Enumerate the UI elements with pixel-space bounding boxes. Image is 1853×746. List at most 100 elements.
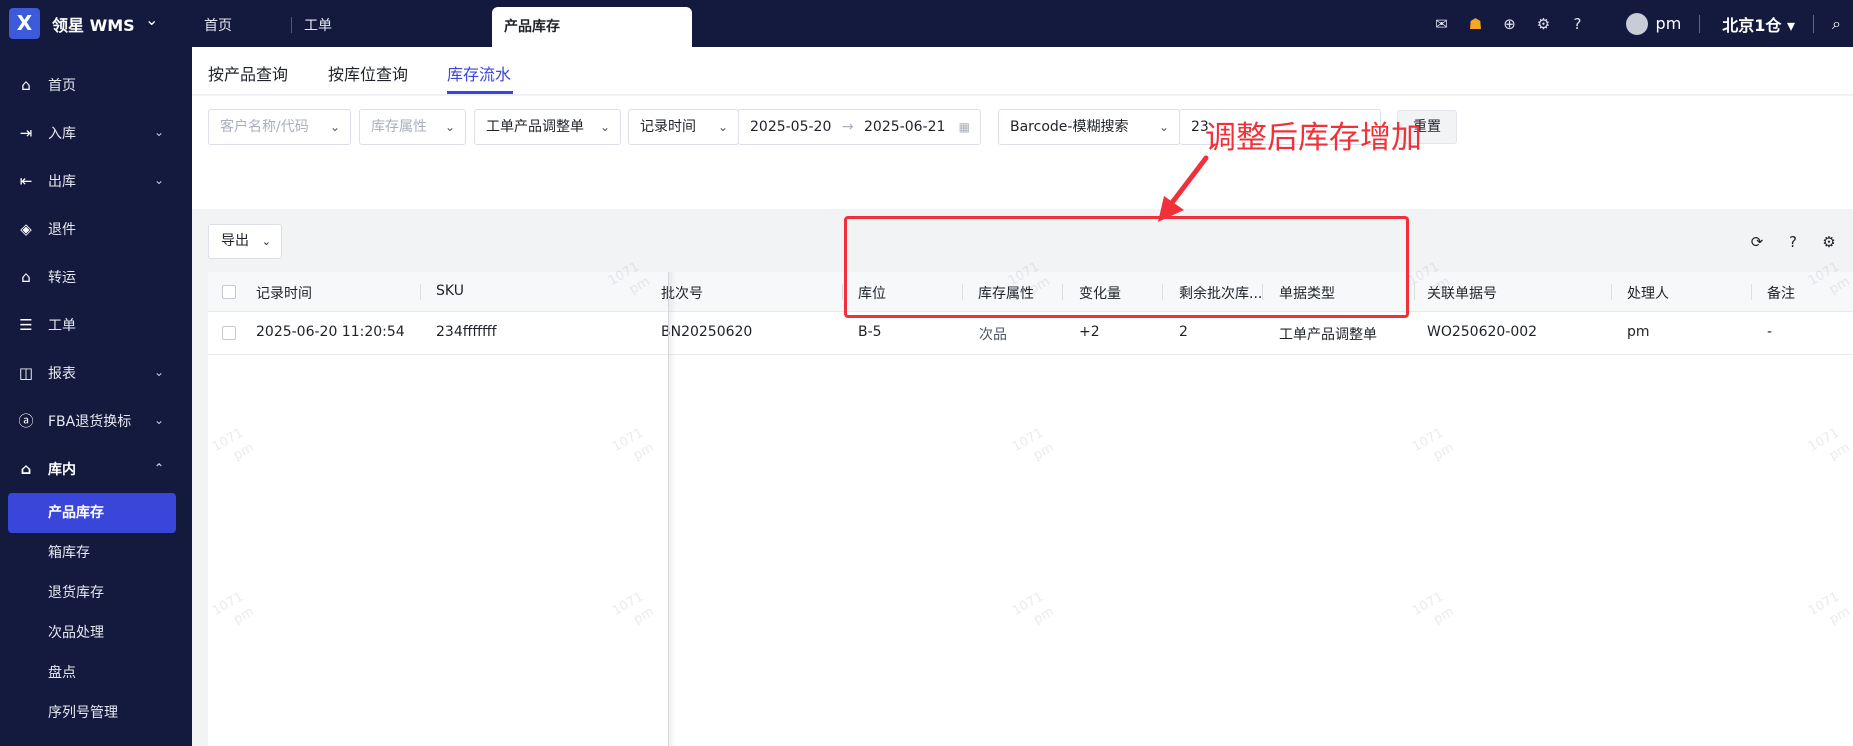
date-end: 2025-06-21 <box>864 119 946 135</box>
column-separator <box>1414 284 1415 300</box>
column-separator <box>842 284 843 300</box>
warehouse-select[interactable]: 北京1仓 ▾ <box>1722 12 1795 36</box>
workorder-icon: ☰ <box>19 316 33 334</box>
sidebar-item-home[interactable]: ⌂ 首页 <box>0 61 192 109</box>
search-type-value: Barcode-模糊搜索 <box>1010 119 1129 135</box>
date-range-picker[interactable]: 2025-05-20 → 2025-06-21 ▦ <box>738 109 981 145</box>
search-icon[interactable]: ⌕ <box>1832 14 1841 34</box>
sidebar-item-return[interactable]: ◈ 退件 <box>0 205 192 253</box>
col-change-qty[interactable]: 变化量 <box>1079 283 1169 303</box>
annotation-arrow-icon <box>1158 155 1209 222</box>
cell-change-qty: +2 <box>1079 324 1100 340</box>
col-batch-no[interactable]: 批次号 <box>661 283 811 303</box>
col-related-document[interactable]: 关联单据号 <box>1427 283 1597 303</box>
col-location[interactable]: 库位 <box>858 283 958 303</box>
sidebar-item-label: 转运 <box>48 270 76 286</box>
column-separator <box>420 284 421 300</box>
calendar-icon: ▦ <box>958 120 970 134</box>
user-name: pm <box>1655 14 1682 33</box>
order-type-select[interactable]: 工单产品调整单 ⌄ <box>474 109 621 145</box>
chevron-down-icon: ⌄ <box>1158 120 1169 134</box>
top-tab-home[interactable]: 首页 <box>192 0 292 47</box>
active-tab-indicator <box>447 91 513 94</box>
cell-remaining-batch-qty: 2 <box>1179 324 1188 340</box>
chevron-down-icon[interactable]: ⌄ <box>145 10 158 29</box>
warehouse-name: 北京1仓 <box>1722 15 1782 35</box>
select-all-checkbox[interactable] <box>222 285 236 299</box>
refresh-icon[interactable]: ⟳ <box>1748 233 1766 251</box>
export-button[interactable]: 导出 ⌄ <box>208 224 282 259</box>
help-icon[interactable]: ? <box>1568 14 1588 34</box>
top-right-tools: ✉ ☗ ⊕ ⚙ ? pm 北京1仓 ▾ ⌕ <box>1432 0 1853 47</box>
transfer-icon: ⌂ <box>21 268 31 286</box>
col-document-type[interactable]: 单据类型 <box>1279 283 1394 303</box>
cell-related-document[interactable]: WO250620-002 <box>1427 324 1597 340</box>
download-icon[interactable]: ⊕ <box>1500 14 1520 34</box>
column-separator <box>1262 284 1263 300</box>
top-tab-product-inventory[interactable]: 产品库存 <box>492 7 692 47</box>
table-toolbar: 导出 ⌄ ⟳ ? ⚙ <box>192 209 1853 271</box>
brand-name[interactable]: 领星 WMS <box>52 12 135 36</box>
sidebar-item-label: 库内 <box>48 462 76 478</box>
sidebar-item-inbound[interactable]: ⇥ 入库 ⌄ <box>0 109 192 157</box>
top-tab-label: 产品库存 <box>504 19 560 35</box>
time-type-select[interactable]: 记录时间 ⌄ <box>628 109 739 145</box>
row-checkbox[interactable] <box>222 326 236 340</box>
top-tab-workorder[interactable]: 工单 <box>292 0 492 47</box>
report-icon: ◫ <box>18 364 34 382</box>
col-remark[interactable]: 备注 <box>1767 283 1847 303</box>
fixed-column-shadow <box>668 272 676 746</box>
sidebar-item-workorder[interactable]: ☰ 工单 <box>0 301 192 349</box>
sidebar-subitem-defect-handling[interactable]: 次品处理 <box>0 613 192 653</box>
sidebar-item-warehouse[interactable]: ⌂ 库内 ⌃ <box>0 445 192 493</box>
col-inventory-attr[interactable]: 库存属性 <box>978 283 1068 303</box>
logo[interactable]: X <box>9 8 40 39</box>
sidebar-item-transfer[interactable]: ⌂ 转运 <box>0 253 192 301</box>
user-menu[interactable]: pm <box>1625 12 1682 35</box>
tab-by-product[interactable]: 按产品查询 <box>208 61 288 85</box>
sidebar-subitem-return-inventory[interactable]: 退货库存 <box>0 573 192 613</box>
table-header: 记录时间 SKU 批次号 库位 库存属性 变化量 剩余批次库... 单据类型 关… <box>208 272 1853 312</box>
sidebar-subitem-stocktake[interactable]: 盘点 <box>0 653 192 693</box>
sidebar-subitem-box-inventory[interactable]: 箱库存 <box>0 533 192 573</box>
cell-handler: pm <box>1627 324 1650 340</box>
sidebar-item-fba[interactable]: ⓐ FBA退货换标 ⌄ <box>0 397 192 445</box>
col-handler[interactable]: 处理人 <box>1627 283 1737 303</box>
main-content: 按产品查询 按库位查询 库存流水 客户名称/代码 ⌄ 库存属性 ⌄ 工单产品调整单 ⌄… <box>192 47 1853 746</box>
col-remaining-batch-qty[interactable]: 剩余批次库... <box>1179 283 1265 303</box>
customer-select[interactable]: 客户名称/代码 ⌄ <box>208 109 351 145</box>
sidebar-subitem-serial-management[interactable]: 序列号管理 <box>0 693 192 733</box>
cell-location: B-5 <box>858 324 882 340</box>
chevron-down-icon: ⌄ <box>261 235 271 248</box>
col-sku[interactable]: SKU <box>436 283 636 299</box>
sidebar-item-label: 出库 <box>48 174 76 190</box>
sidebar-item-report[interactable]: ◫ 报表 ⌄ <box>0 349 192 397</box>
inbox-icon[interactable]: ✉ <box>1432 14 1452 34</box>
search-type-select[interactable]: Barcode-模糊搜索 ⌄ <box>998 109 1180 145</box>
time-type-value: 记录时间 <box>640 119 696 135</box>
inventory-attr-select[interactable]: 库存属性 ⌄ <box>359 109 466 145</box>
order-type-value: 工单产品调整单 <box>486 119 584 135</box>
inventory-flow-table: 记录时间 SKU 批次号 库位 库存属性 变化量 剩余批次库... 单据类型 关… <box>208 272 1853 746</box>
outbound-icon: ⇤ <box>19 172 33 190</box>
column-settings-icon[interactable]: ⚙ <box>1820 233 1838 251</box>
chevron-down-icon: ⌄ <box>153 413 164 427</box>
settings-icon[interactable]: ⚙ <box>1534 14 1554 34</box>
table-row[interactable]: 2025-06-20 11:20:54 234fffffff BN2025062… <box>208 312 1853 355</box>
tab-inventory-flow[interactable]: 库存流水 <box>447 61 511 85</box>
col-record-time[interactable]: 记录时间 <box>256 283 396 303</box>
chevron-down-icon: ⌄ <box>153 125 164 139</box>
help-icon[interactable]: ? <box>1784 233 1802 251</box>
column-separator <box>1162 284 1163 300</box>
column-separator <box>962 284 963 300</box>
top-tab-label: 首页 <box>204 18 232 34</box>
tab-by-location[interactable]: 按库位查询 <box>328 61 408 85</box>
sidebar-item-label: 首页 <box>48 78 76 94</box>
sidebar-item-label: 报表 <box>48 366 76 382</box>
sidebar-item-outbound[interactable]: ⇤ 出库 ⌄ <box>0 157 192 205</box>
sidebar-item-label: 入库 <box>48 126 76 142</box>
home-icon: ⌂ <box>21 76 31 94</box>
sidebar-subitem-product-inventory[interactable]: 产品库存 <box>8 493 176 533</box>
cell-record-time: 2025-06-20 11:20:54 <box>256 324 405 340</box>
robot-icon[interactable]: ☗ <box>1466 14 1486 34</box>
